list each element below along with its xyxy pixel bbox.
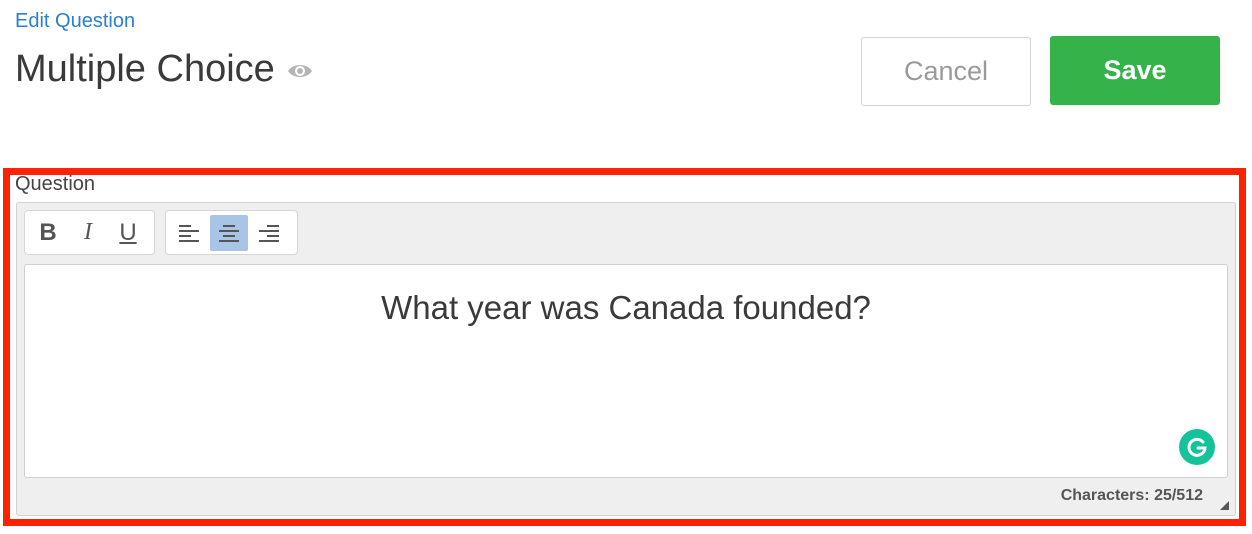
align-center-icon bbox=[219, 224, 239, 242]
format-toolbar-group: B I U bbox=[24, 210, 155, 255]
underline-button[interactable]: U bbox=[109, 215, 147, 251]
save-button[interactable]: Save bbox=[1050, 36, 1220, 105]
grammarly-icon[interactable] bbox=[1179, 429, 1215, 465]
cancel-button[interactable]: Cancel bbox=[861, 37, 1031, 106]
breadcrumb-edit-question[interactable]: Edit Question bbox=[15, 10, 135, 33]
align-left-icon bbox=[179, 224, 199, 242]
question-text[interactable]: What year was Canada founded? bbox=[25, 289, 1227, 327]
question-text-area[interactable]: What year was Canada founded? bbox=[24, 264, 1228, 478]
question-label: Question bbox=[15, 173, 96, 195]
page-title: Multiple Choice bbox=[15, 48, 313, 91]
align-left-button[interactable] bbox=[170, 215, 208, 251]
character-count: Characters: 25/512 bbox=[1060, 487, 1203, 504]
align-right-button[interactable] bbox=[250, 215, 288, 251]
bold-button[interactable]: B bbox=[29, 215, 67, 251]
align-right-icon bbox=[259, 224, 279, 242]
eye-icon[interactable] bbox=[287, 62, 313, 80]
question-editor: B I U What year was Canada founded? Char… bbox=[16, 202, 1236, 516]
align-center-button[interactable] bbox=[210, 214, 248, 251]
resize-handle[interactable] bbox=[1220, 501, 1229, 510]
page-title-text: Multiple Choice bbox=[15, 48, 275, 90]
italic-button[interactable]: I bbox=[69, 215, 107, 251]
align-toolbar-group bbox=[165, 210, 298, 255]
